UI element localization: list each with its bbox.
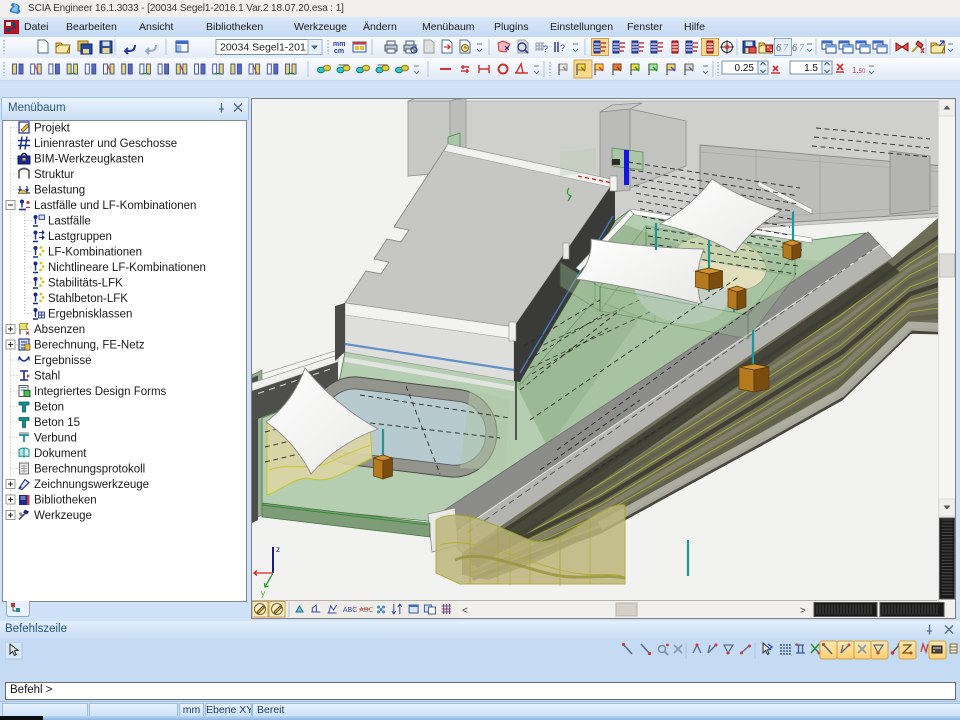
svg-text:0.25: 0.25 bbox=[735, 63, 755, 74]
svg-text:Ergebnisse: Ergebnisse bbox=[34, 355, 92, 367]
svg-text:Linienraster und Geschosse: Linienraster und Geschosse bbox=[34, 138, 177, 150]
svg-text:1.5: 1.5 bbox=[804, 63, 818, 74]
svg-text:ABC: ABC bbox=[343, 607, 357, 614]
svg-text:6: 6 bbox=[792, 43, 797, 54]
svg-text:Lastgruppen: Lastgruppen bbox=[48, 231, 112, 243]
svg-text:Belastung: Belastung bbox=[34, 185, 85, 197]
svg-text:7: 7 bbox=[799, 43, 805, 54]
svg-text:Zeichnungswerkzeuge: Zeichnungswerkzeuge bbox=[34, 479, 149, 491]
svg-text:ABC: ABC bbox=[359, 607, 373, 614]
svg-text:20034 Segel1-201: 20034 Segel1-201 bbox=[220, 42, 306, 54]
svg-text:Struktur: Struktur bbox=[34, 169, 74, 181]
svg-text:Projekt: Projekt bbox=[34, 123, 71, 135]
svg-text:>: > bbox=[800, 606, 806, 617]
svg-text:Bibliotheken: Bibliotheken bbox=[34, 495, 97, 507]
svg-text:Nichtlineare LF-Kombinationen: Nichtlineare LF-Kombinationen bbox=[48, 262, 206, 274]
svg-text:Berechnungsprotokoll: Berechnungsprotokoll bbox=[34, 464, 145, 476]
svg-text:?: ? bbox=[543, 44, 548, 54]
svg-text:Dokument: Dokument bbox=[34, 448, 87, 460]
svg-text:y: y bbox=[261, 589, 265, 598]
svg-text:Integriertes Design Forms: Integriertes Design Forms bbox=[34, 386, 167, 398]
svg-text:Beton: Beton bbox=[34, 402, 64, 414]
svg-text:z: z bbox=[276, 545, 280, 554]
svg-text:cm: cm bbox=[334, 48, 344, 55]
svg-text:Werkzeuge: Werkzeuge bbox=[34, 510, 92, 522]
svg-text:Lastfälle: Lastfälle bbox=[48, 216, 91, 228]
svg-text:?: ? bbox=[560, 43, 565, 53]
svg-text:<: < bbox=[462, 606, 468, 617]
svg-text:Verbund: Verbund bbox=[34, 433, 77, 445]
svg-text:Lastfälle und LF-Kombinationen: Lastfälle und LF-Kombinationen bbox=[34, 200, 196, 212]
svg-text:Beton 15: Beton 15 bbox=[34, 417, 80, 429]
svg-text:Berechnung, FE-Netz: Berechnung, FE-Netz bbox=[34, 340, 145, 352]
svg-text:Ergebnisklassen: Ergebnisklassen bbox=[48, 309, 132, 321]
svg-text:Stabilitäts-LFK: Stabilitäts-LFK bbox=[48, 278, 123, 290]
svg-text:BIM-Werkzeugkasten: BIM-Werkzeugkasten bbox=[34, 154, 144, 166]
svg-text:Stahlbeton-LFK: Stahlbeton-LFK bbox=[48, 293, 128, 305]
svg-text:6: 6 bbox=[776, 43, 781, 54]
svg-text:mm: mm bbox=[333, 41, 345, 48]
svg-text:1.50: 1.50 bbox=[852, 66, 866, 75]
svg-text:Absenzen: Absenzen bbox=[34, 324, 85, 336]
svg-text:LF-Kombinationen: LF-Kombinationen bbox=[48, 247, 142, 259]
svg-text:Stahl: Stahl bbox=[34, 371, 60, 383]
